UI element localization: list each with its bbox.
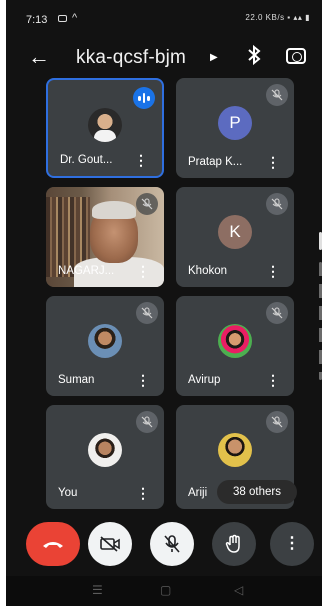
recents-icon[interactable]: ☰	[92, 583, 103, 597]
chevron-up-icon: ^	[72, 12, 78, 24]
meet-call-screen: 7:13 ^ 22.0 KB/s ▪ ▴▴ ▮ ← kka-qcsf-bjm ▶…	[6, 0, 322, 606]
camera-toggle-button[interactable]	[88, 522, 132, 566]
participant-name: Ariji	[188, 487, 208, 499]
participant-tile[interactable]: K Khokon ⋮	[176, 187, 294, 287]
video-off-icon	[100, 536, 120, 552]
participant-tile[interactable]: Suman ⋮	[46, 296, 164, 396]
scrollbar-thumb[interactable]	[319, 232, 322, 250]
raise-hand-button[interactable]	[212, 522, 256, 566]
mic-off-icon	[136, 193, 158, 215]
system-navigation-bar: ☰ ▢ ◁	[6, 576, 322, 606]
phone-hangup-icon	[43, 542, 63, 548]
bluetooth-icon[interactable]	[246, 44, 262, 72]
participant-name: Khokon	[188, 265, 228, 277]
call-controls: ⋮	[6, 520, 322, 570]
mic-off-icon	[266, 84, 288, 106]
participant-avatar: K	[218, 215, 252, 249]
speaking-indicator-icon	[133, 87, 155, 109]
more-vert-icon[interactable]: ⋮	[136, 486, 150, 500]
status-bar: 7:13 ^ 22.0 KB/s ▪ ▴▴ ▮	[6, 0, 322, 34]
participant-tile[interactable]: Dr. Gout... ⋮	[46, 78, 164, 178]
more-vert-icon[interactable]: ⋮	[266, 373, 280, 387]
more-vert-icon[interactable]: ⋮	[266, 264, 280, 278]
more-vert-icon[interactable]: ⋮	[134, 153, 148, 167]
status-time: 7:13	[26, 14, 48, 26]
others-count-pill[interactable]: 38 others	[217, 480, 297, 504]
avatar-letter: P	[229, 113, 241, 132]
participant-video-tile[interactable]: NAGARJ... ⋮	[46, 187, 164, 287]
mic-off-icon	[136, 411, 158, 433]
more-vert-icon[interactable]: ⋮	[136, 264, 150, 278]
screen-cast-icon	[58, 15, 67, 22]
mic-toggle-button[interactable]	[150, 522, 194, 566]
participant-name: Suman	[58, 374, 95, 386]
more-options-button[interactable]: ⋮	[270, 522, 314, 566]
participant-name: Avirup	[188, 374, 221, 386]
caret-right-icon[interactable]: ▶	[210, 52, 218, 63]
mic-off-icon	[136, 302, 158, 324]
hand-icon	[225, 534, 240, 553]
end-call-button[interactable]	[26, 522, 80, 566]
participant-name: Dr. Gout...	[60, 154, 113, 166]
participant-avatar: P	[218, 106, 252, 140]
participant-avatar	[218, 324, 252, 358]
more-vert-icon[interactable]: ⋮	[266, 155, 280, 169]
avatar-letter: K	[229, 222, 241, 241]
mic-off-icon	[164, 535, 180, 553]
system-status-icons: 22.0 KB/s ▪ ▴▴ ▮	[245, 13, 310, 22]
more-vert-icon: ⋮	[284, 535, 300, 552]
meeting-header: ← kka-qcsf-bjm ▶	[6, 36, 322, 82]
participant-name: NAGARJ...	[58, 265, 115, 277]
mic-off-icon	[266, 302, 288, 324]
participant-name: You	[58, 487, 78, 499]
home-icon[interactable]: ▢	[160, 583, 171, 597]
participant-tile[interactable]: Avirup ⋮	[176, 296, 294, 396]
participant-avatar	[88, 324, 122, 358]
participant-tile-self[interactable]: You ⋮	[46, 405, 164, 509]
back-icon[interactable]: ◁	[234, 583, 243, 597]
participant-avatar	[88, 108, 122, 142]
mic-off-icon	[266, 193, 288, 215]
mic-off-icon	[266, 411, 288, 433]
more-vert-icon[interactable]: ⋮	[136, 373, 150, 387]
scrollbar-track	[319, 262, 322, 380]
meeting-code-title[interactable]: kka-qcsf-bjm	[76, 47, 186, 69]
back-arrow-icon[interactable]: ←	[28, 44, 50, 70]
participant-avatar	[88, 433, 122, 467]
participant-avatar	[218, 433, 252, 467]
participant-tile[interactable]: P Pratap K... ⋮	[176, 78, 294, 178]
participant-name: Pratap K...	[188, 156, 243, 168]
switch-camera-icon[interactable]	[286, 48, 306, 64]
